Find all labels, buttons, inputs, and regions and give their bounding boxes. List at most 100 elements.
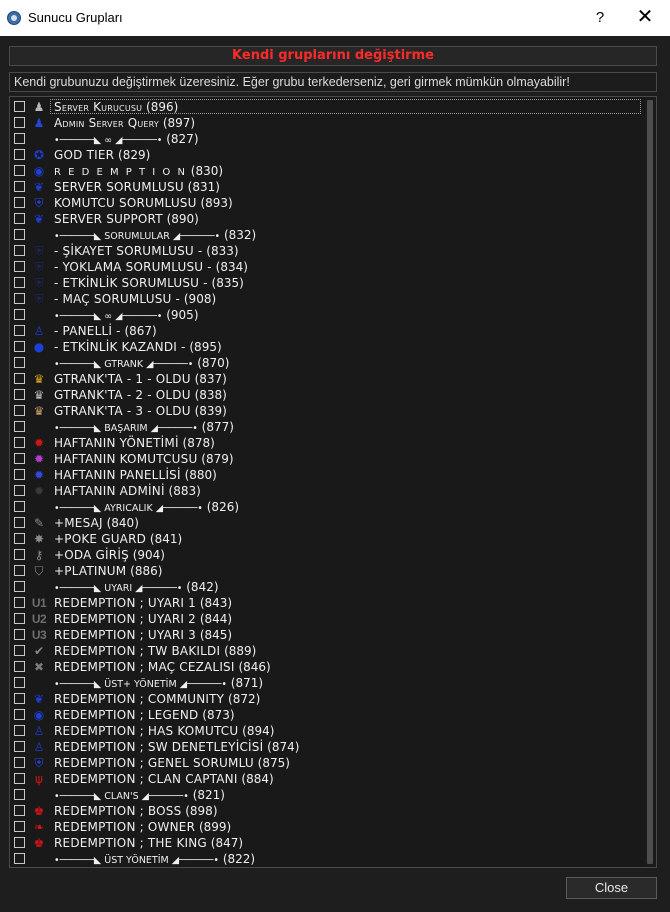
group-checkbox[interactable] (14, 181, 25, 192)
group-row[interactable]: ✖ REDEMPTION ; MAÇ CEZALISI (846) (10, 659, 642, 675)
group-row[interactable]: ◉ REDEMPTION ; LEGEND (873) (10, 707, 642, 723)
group-row[interactable]: ⚷ +ODA GİRİŞ (904) (10, 547, 642, 563)
scrollbar[interactable] (645, 98, 655, 866)
group-row[interactable]: U1 REDEMPTION ; UYARI 1 (843) (10, 595, 642, 611)
group-checkbox[interactable] (14, 405, 25, 416)
group-checkbox[interactable] (14, 805, 25, 816)
group-row[interactable]: ✪ GOD TIER (829) (10, 147, 642, 163)
group-row[interactable]: ⛨ KOMUTCU SORUMLUSU (893) (10, 195, 642, 211)
group-row[interactable]: ◉ R E D E M P T I O N (830) (10, 163, 642, 179)
group-row[interactable]: ⛨ - ETKİNLİK SORUMLUSU - (835) (10, 275, 642, 291)
group-row[interactable]: U3 REDEMPTION ; UYARI 3 (845) (10, 627, 642, 643)
group-checkbox[interactable] (14, 661, 25, 672)
group-row[interactable]: ♙ - PANELLİ - (867) (10, 323, 642, 339)
group-checkbox[interactable] (14, 501, 25, 512)
group-row[interactable]: ⛨ - ŞİKAYET SORUMLUSU - (833) (10, 243, 642, 259)
group-row[interactable]: ❦ REDEMPTION ; COMMUNITY (872) (10, 691, 642, 707)
group-checkbox[interactable] (14, 101, 25, 112)
group-row[interactable]: U2 REDEMPTION ; UYARI 2 (844) (10, 611, 642, 627)
group-row[interactable]: ♟ Server Kurucusu (896) (10, 99, 642, 115)
group-checkbox[interactable] (14, 437, 25, 448)
group-checkbox[interactable] (14, 293, 25, 304)
group-row[interactable]: ✹ HAFTANIN PANELLİSİ (880) (10, 467, 642, 483)
group-checkbox[interactable] (14, 133, 25, 144)
group-checkbox[interactable] (14, 757, 25, 768)
group-row[interactable]: ♙ REDEMPTION ; SW DENETLEYİCİSİ (874) (10, 739, 642, 755)
group-checkbox[interactable] (14, 453, 25, 464)
group-row[interactable]: ⛨ - YOKLAMA SORUMLUSU - (834) (10, 259, 642, 275)
group-row[interactable]: ❧ REDEMPTION ; OWNER (899) (10, 819, 642, 835)
group-row[interactable]: ✹ HAFTANIN KOMUTCUSU (879) (10, 451, 642, 467)
group-checkbox[interactable] (14, 677, 25, 688)
group-checkbox[interactable] (14, 373, 25, 384)
group-row[interactable]: •──────◣ UYARI ◢──────• (842) (10, 579, 642, 595)
group-checkbox[interactable] (14, 229, 25, 240)
group-checkbox[interactable] (14, 389, 25, 400)
group-checkbox[interactable] (14, 261, 25, 272)
group-row[interactable]: ψ REDEMPTION ; CLAN CAPTANI (884) (10, 771, 642, 787)
scrollbar-thumb[interactable] (647, 100, 653, 864)
group-checkbox[interactable] (14, 469, 25, 480)
group-row[interactable]: •──────◣ ÜST YÖNETİM ◢──────• (822) (10, 851, 642, 867)
group-row[interactable]: •──────◣ SORUMLULAR ◢──────• (832) (10, 227, 642, 243)
group-checkbox[interactable] (14, 645, 25, 656)
server-group-list[interactable]: ♟ Server Kurucusu (896) ♟ Admin Server Quer… (9, 96, 657, 868)
group-checkbox[interactable] (14, 725, 25, 736)
group-row[interactable]: ♟ Admin Server Query (897) (10, 115, 642, 131)
group-row[interactable]: ✹ HAFTANIN YÖNETİMİ (878) (10, 435, 642, 451)
group-checkbox[interactable] (14, 709, 25, 720)
group-row[interactable]: •──────◣ BAŞARIM ◢──────• (877) (10, 419, 642, 435)
group-row[interactable]: ● - ETKİNLİK KAZANDI - (895) (10, 339, 642, 355)
group-checkbox[interactable] (14, 517, 25, 528)
group-checkbox[interactable] (14, 565, 25, 576)
group-row[interactable]: ♚ REDEMPTION ; THE KING (847) (10, 835, 642, 851)
group-row[interactable]: ⛉ +PLATINUM (886) (10, 563, 642, 579)
group-row[interactable]: ⛨ - MAÇ SORUMLUSU - (908) (10, 291, 642, 307)
group-checkbox[interactable] (14, 789, 25, 800)
group-row[interactable]: ✔ REDEMPTION ; TW BAKILDI (889) (10, 643, 642, 659)
group-checkbox[interactable] (14, 421, 25, 432)
group-row[interactable]: •──────◣ GTRANK ◢──────• (870) (10, 355, 642, 371)
group-checkbox[interactable] (14, 357, 25, 368)
group-row[interactable]: •──────◣ CLAN'S ◢──────• (821) (10, 787, 642, 803)
group-checkbox[interactable] (14, 533, 25, 544)
group-checkbox[interactable] (14, 213, 25, 224)
group-checkbox[interactable] (14, 837, 25, 848)
group-row[interactable]: ♛ GTRANK'TA - 2 - OLDU (838) (10, 387, 642, 403)
group-row[interactable]: ⛨ REDEMPTION ; GENEL SORUMLU (875) (10, 755, 642, 771)
group-checkbox[interactable] (14, 821, 25, 832)
group-checkbox[interactable] (14, 245, 25, 256)
group-checkbox[interactable] (14, 773, 25, 784)
group-checkbox[interactable] (14, 165, 25, 176)
group-row[interactable]: ♛ GTRANK'TA - 3 - OLDU (839) (10, 403, 642, 419)
group-row[interactable]: •──────◣ ∞ ◢──────• (827) (10, 131, 642, 147)
group-row[interactable]: •──────◣ ÜST+ YÖNETİM ◢──────• (871) (10, 675, 642, 691)
group-row[interactable]: ✎ +MESAJ (840) (10, 515, 642, 531)
group-row[interactable]: ❦ SERVER SORUMLUSU (831) (10, 179, 642, 195)
group-checkbox[interactable] (14, 693, 25, 704)
group-row[interactable]: ♛ GTRANK'TA - 1 - OLDU (837) (10, 371, 642, 387)
group-checkbox[interactable] (14, 629, 25, 640)
group-checkbox[interactable] (14, 117, 25, 128)
group-checkbox[interactable] (14, 149, 25, 160)
group-checkbox[interactable] (14, 581, 25, 592)
group-checkbox[interactable] (14, 325, 25, 336)
group-row[interactable]: ♚ REDEMPTION ; BOSS (898) (10, 803, 642, 819)
group-checkbox[interactable] (14, 597, 25, 608)
group-row[interactable]: ❦ SERVER SUPPORT (890) (10, 211, 642, 227)
group-row[interactable]: •──────◣ ∞ ◢──────• (905) (10, 307, 642, 323)
group-checkbox[interactable] (14, 309, 25, 320)
close-button[interactable]: Close (566, 877, 657, 899)
group-row[interactable]: ✸ +POKE GUARD (841) (10, 531, 642, 547)
group-checkbox[interactable] (14, 277, 25, 288)
group-checkbox[interactable] (14, 549, 25, 560)
group-row[interactable]: ♙ REDEMPTION ; HAS KOMUTCU (894) (10, 723, 642, 739)
group-row[interactable]: ✹ HAFTANIN ADMİNİ (883) (10, 483, 642, 499)
window-close-button[interactable]: ✕ (632, 6, 658, 30)
group-checkbox[interactable] (14, 613, 25, 624)
group-checkbox[interactable] (14, 197, 25, 208)
group-row[interactable]: •──────◣ AYRICALIK ◢──────• (826) (10, 499, 642, 515)
group-checkbox[interactable] (14, 485, 25, 496)
help-button[interactable]: ? (588, 6, 612, 30)
group-checkbox[interactable] (14, 853, 25, 864)
